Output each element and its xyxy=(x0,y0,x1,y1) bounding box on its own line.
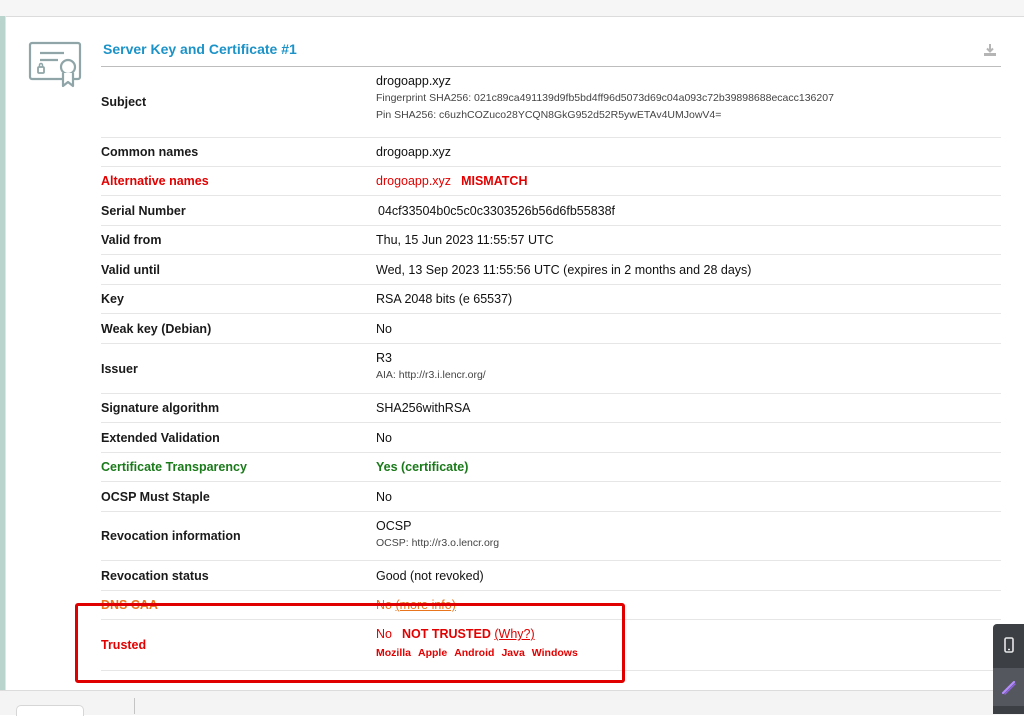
row-label: Valid until xyxy=(101,262,161,277)
section-title: Server Key and Certificate #1 xyxy=(103,41,297,57)
bottom-tab[interactable] xyxy=(16,705,84,716)
row-value: No xyxy=(376,489,392,504)
section-left-border xyxy=(0,16,6,690)
row-label: Extended Validation xyxy=(101,430,220,445)
bottom-bar xyxy=(0,690,1024,715)
why-link[interactable]: (Why?) xyxy=(494,627,534,641)
row-certificate-transparency: Certificate Transparency Yes (certificat… xyxy=(101,453,1001,482)
subject-pin: Pin SHA256: c6uzhCOZuco28YCQN8GkG952d52R… xyxy=(376,109,722,121)
row-value: Thu, 15 Jun 2023 11:55:57 UTC xyxy=(376,233,554,247)
subject-fingerprint: Fingerprint SHA256: 021c89ca491139d9fb5b… xyxy=(376,92,834,104)
row-label: Key xyxy=(101,292,124,306)
alt-names-value: drogoapp.xyz xyxy=(376,174,452,188)
row-common-names: Common names drogoapp.xyz xyxy=(101,138,1001,167)
trust-store-apple: Apple xyxy=(418,647,448,659)
dns-caa-value: No xyxy=(376,598,392,612)
row-label: Common names xyxy=(101,145,199,159)
row-signature-algorithm: Signature algorithm SHA256withRSA xyxy=(101,394,1001,423)
row-label: Weak key (Debian) xyxy=(101,321,212,336)
row-key: Key RSA 2048 bits (e 65537) xyxy=(101,285,1001,314)
trust-store-mozilla: Mozilla xyxy=(376,647,412,659)
row-value: No xyxy=(376,321,392,336)
row-label: Certificate Transparency xyxy=(101,460,247,474)
row-revocation-information: Revocation information OCSP OCSP: http:/… xyxy=(101,512,1001,561)
row-label: Alternative names xyxy=(101,174,209,188)
ocsp-url: OCSP: http://r3.o.lencr.org xyxy=(376,537,500,549)
row-value: RSA 2048 bits (e 65537) xyxy=(376,292,513,306)
row-value: No NOT TRUSTED (Why?) Mozilla Apple Android… xyxy=(376,625,585,663)
mismatch-flag: MISMATCH xyxy=(461,174,528,188)
top-bar xyxy=(0,0,1024,17)
trust-store-list: Mozilla Apple Android Java Windows xyxy=(376,643,585,663)
row-label: DNS CAA xyxy=(101,598,158,612)
trusted-value: No xyxy=(376,627,392,641)
trust-store-android: Android xyxy=(454,647,495,659)
row-revocation-status: Revocation status Good (not revoked) xyxy=(101,561,1001,591)
subject-domain: drogoapp.xyz xyxy=(376,74,452,88)
row-value: No (more info) xyxy=(376,598,456,612)
row-label: OCSP Must Staple xyxy=(101,489,210,504)
row-valid-from: Valid from Thu, 15 Jun 2023 11:55:57 UTC xyxy=(101,226,1001,255)
row-label: Valid from xyxy=(101,233,162,247)
certificate-details-table: Subject drogoapp.xyz Fingerprint SHA256:… xyxy=(101,67,1001,671)
row-extended-validation: Extended Validation No xyxy=(101,423,1001,453)
bottom-divider xyxy=(134,698,135,714)
row-value: Good (not revoked) xyxy=(376,568,484,583)
row-valid-until: Valid until Wed, 13 Sep 2023 11:55:56 UT… xyxy=(101,255,1001,285)
trust-store-windows: Windows xyxy=(531,647,578,659)
row-value: drogoapp.xyz MISMATCH xyxy=(376,174,528,188)
row-serial-number: Serial Number 04cf33504b0c5c0c3303526b56… xyxy=(101,196,1001,226)
row-weak-key: Weak key (Debian) No xyxy=(101,314,1001,344)
row-issuer: Issuer R3 AIA: http://r3.i.lencr.org/ xyxy=(101,344,1001,394)
phone-icon[interactable] xyxy=(993,627,1024,665)
row-dns-caa: DNS CAA No (more info) xyxy=(101,591,1001,620)
download-icon[interactable] xyxy=(983,43,997,57)
not-trusted-flag: NOT TRUSTED xyxy=(401,627,491,641)
row-label: Revocation status xyxy=(101,568,209,583)
row-label: Revocation information xyxy=(101,529,241,543)
row-label: Signature algorithm xyxy=(101,401,220,415)
row-value: drogoapp.xyz xyxy=(376,145,452,159)
more-info-link[interactable]: (more info) xyxy=(395,598,455,612)
row-label: Trusted xyxy=(101,638,147,652)
row-alternative-names: Alternative names drogoapp.xyz MISMATCH xyxy=(101,167,1001,196)
row-value: drogoapp.xyz Fingerprint SHA256: 021c89c… xyxy=(376,72,834,124)
side-tool-panel xyxy=(993,624,1024,714)
issuer-name: R3 xyxy=(376,351,392,365)
row-value: Wed, 13 Sep 2023 11:55:56 UTC (expires i… xyxy=(376,262,752,277)
row-value: 04cf33504b0c5c0c3303526b56d6fb55838f xyxy=(378,203,616,218)
row-trusted: Trusted No NOT TRUSTED (Why?) Mozilla Appl… xyxy=(101,620,1001,671)
row-value: R3 AIA: http://r3.i.lencr.org/ xyxy=(376,349,486,384)
row-value: No xyxy=(376,430,392,445)
certificate-icon xyxy=(28,41,82,88)
row-subject: Subject drogoapp.xyz Fingerprint SHA256:… xyxy=(101,67,1001,138)
row-ocsp-must-staple: OCSP Must Staple No xyxy=(101,482,1001,512)
trust-store-java: Java xyxy=(501,647,525,659)
issuer-aia: AIA: http://r3.i.lencr.org/ xyxy=(376,369,486,381)
pen-icon[interactable] xyxy=(993,668,1024,706)
row-label: Subject xyxy=(101,95,147,109)
row-value: OCSP OCSP: http://r3.o.lencr.org xyxy=(376,517,499,552)
revocation-method: OCSP xyxy=(376,519,412,533)
row-label: Serial Number xyxy=(101,203,186,218)
row-label: Issuer xyxy=(101,361,138,376)
row-value: Yes (certificate) xyxy=(376,460,469,474)
row-value: SHA256withRSA xyxy=(376,401,471,415)
